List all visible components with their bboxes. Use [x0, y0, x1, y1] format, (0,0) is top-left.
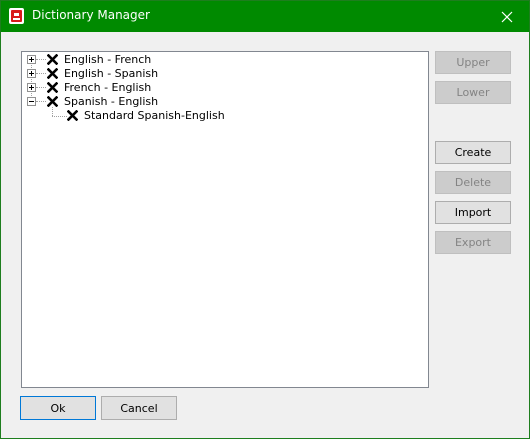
lower-button[interactable]: Lower — [435, 81, 511, 104]
create-button[interactable]: Create — [435, 141, 511, 164]
export-button[interactable]: Export — [435, 231, 511, 254]
tree-hline — [36, 87, 46, 88]
tree-hline — [36, 73, 46, 74]
upper-button[interactable]: Upper — [435, 51, 511, 74]
checkbox-checked-icon[interactable] — [47, 68, 58, 79]
tree-node-english-spanish[interactable]: English - Spanish — [22, 67, 422, 81]
tree-node-label: English - Spanish — [64, 67, 159, 80]
close-button[interactable] — [485, 1, 529, 32]
tree-node-spanish-english[interactable]: Spanish - English — [22, 95, 422, 109]
checkbox-checked-icon[interactable] — [47, 54, 58, 65]
close-icon — [501, 11, 513, 22]
import-button[interactable]: Import — [435, 201, 511, 224]
dictionary-tree[interactable]: English - French English - Spanish Frenc… — [21, 51, 429, 388]
tree-node-label: French - English — [64, 81, 152, 94]
checkbox-checked-icon[interactable] — [47, 96, 58, 107]
tree-node-standard-spanish-english[interactable]: Standard Spanish-English — [22, 109, 422, 123]
title-bar[interactable]: Dictionary Manager — [1, 1, 529, 32]
tree-node-label: Standard Spanish-English — [84, 109, 225, 122]
expand-icon[interactable] — [27, 69, 36, 78]
delete-button[interactable]: Delete — [435, 171, 511, 194]
checkbox-checked-icon[interactable] — [47, 82, 58, 93]
tree-node-label: English - French — [64, 53, 152, 66]
tree-node-french-english[interactable]: French - English — [22, 81, 422, 95]
tree-hline — [36, 59, 46, 60]
collapse-icon[interactable] — [27, 97, 36, 106]
expand-icon[interactable] — [27, 83, 36, 92]
ok-button[interactable]: Ok — [20, 396, 96, 420]
window-title: Dictionary Manager — [32, 8, 150, 22]
tree-node-label: Spanish - English — [64, 95, 159, 108]
cancel-button[interactable]: Cancel — [101, 396, 177, 420]
dictionary-app-icon — [9, 8, 24, 24]
tree-node-english-french[interactable]: English - French — [22, 53, 422, 67]
checkbox-checked-icon[interactable] — [67, 110, 78, 121]
tree-hline — [36, 101, 46, 102]
expand-icon[interactable] — [27, 55, 36, 64]
dictionary-manager-window: Dictionary Manager English - French Engl… — [0, 0, 530, 439]
